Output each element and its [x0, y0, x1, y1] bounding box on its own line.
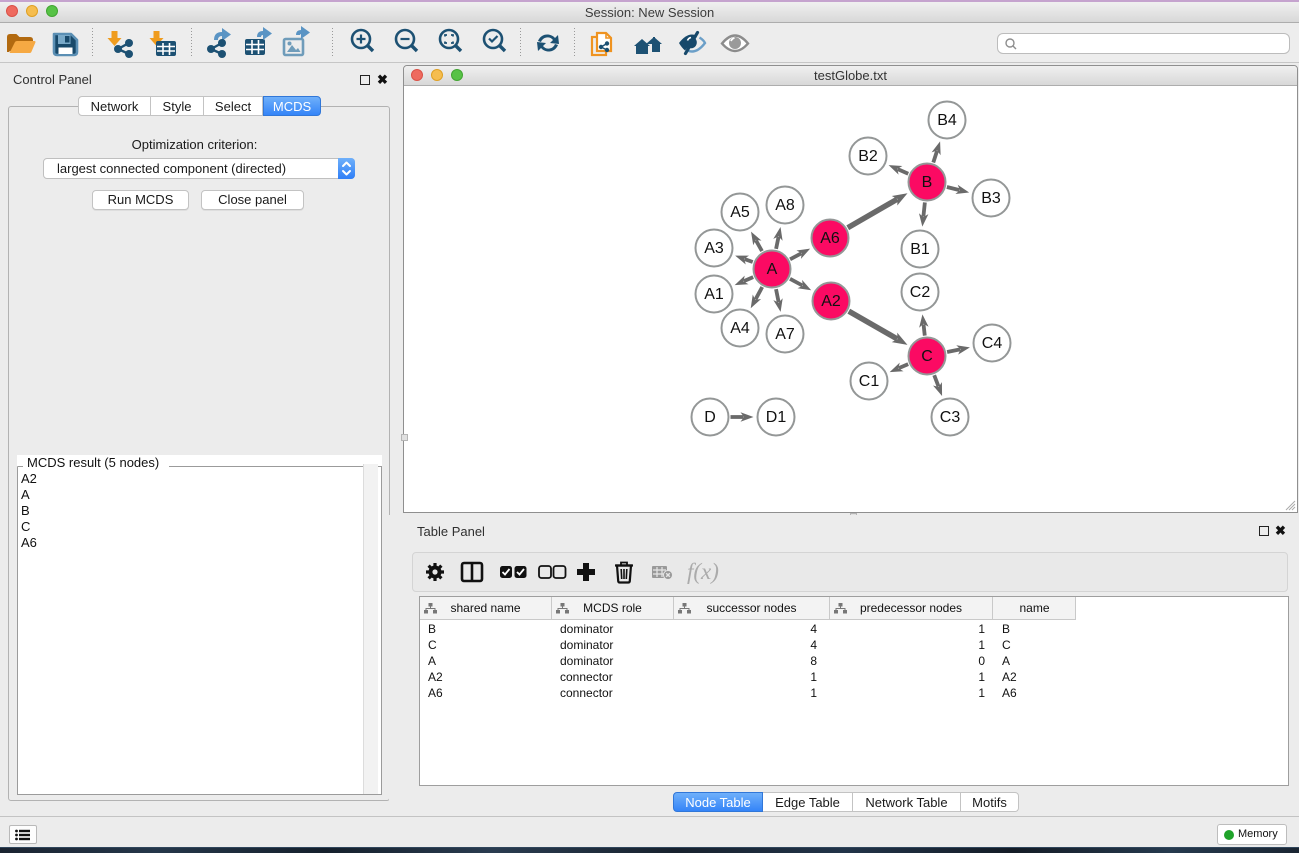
- svg-text:C3: C3: [940, 409, 961, 426]
- svg-text:f(x): f(x): [687, 559, 719, 584]
- svg-text:B3: B3: [981, 190, 1001, 207]
- svg-text:A6: A6: [820, 230, 840, 247]
- svg-text:A4: A4: [730, 320, 750, 337]
- svg-text:A8: A8: [775, 197, 795, 214]
- svg-text:C4: C4: [982, 335, 1003, 352]
- svg-text:A1: A1: [704, 286, 724, 303]
- svg-text:A2: A2: [821, 293, 841, 310]
- svg-text:D: D: [704, 409, 716, 426]
- svg-text:B4: B4: [937, 112, 957, 129]
- svg-text:C2: C2: [910, 284, 931, 301]
- svg-text:C1: C1: [859, 373, 880, 390]
- svg-text:B: B: [922, 174, 933, 191]
- svg-text:D1: D1: [766, 409, 787, 426]
- svg-text:A3: A3: [704, 240, 724, 257]
- svg-text:A: A: [767, 261, 778, 278]
- svg-text:C: C: [921, 348, 933, 365]
- svg-text:A7: A7: [775, 326, 795, 343]
- svg-text:B2: B2: [858, 148, 878, 165]
- svg-text:A5: A5: [730, 204, 750, 221]
- svg-text:B1: B1: [910, 241, 930, 258]
